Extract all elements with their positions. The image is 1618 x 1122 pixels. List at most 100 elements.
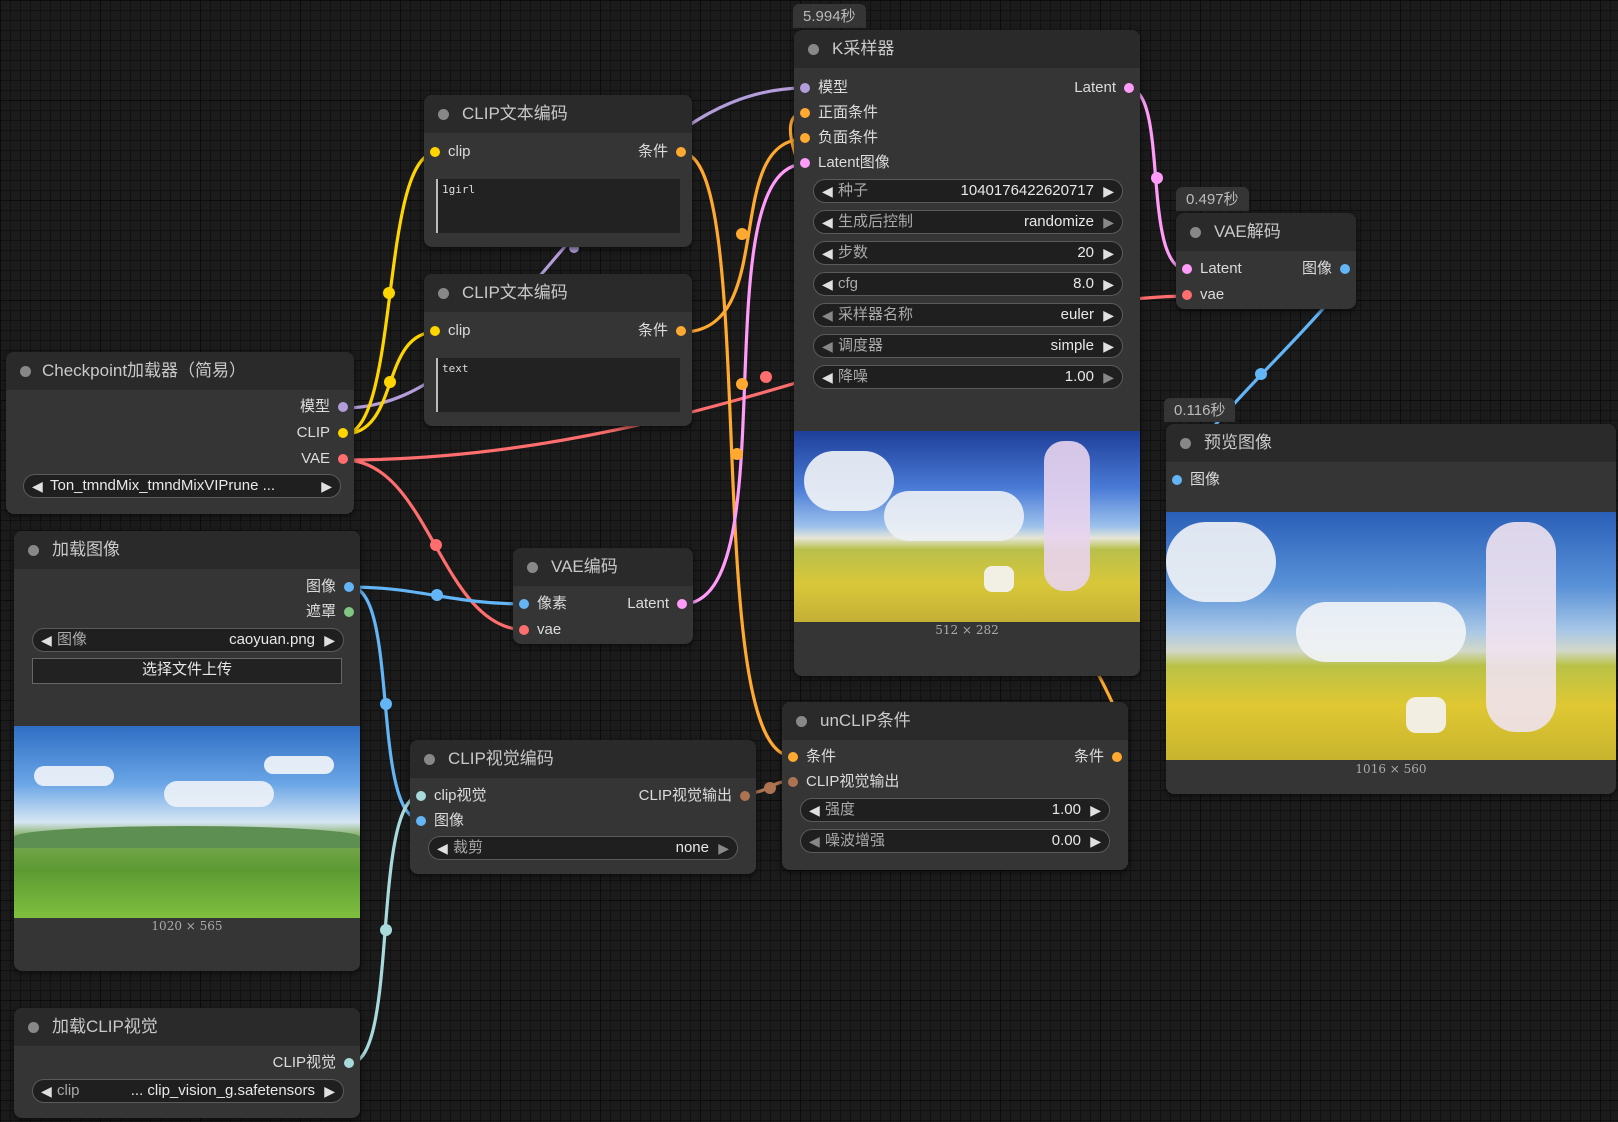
output-clip[interactable]: CLIP (130, 422, 354, 444)
input-clip-vision-output[interactable]: CLIP视觉输出 (782, 771, 899, 793)
port-icon[interactable] (416, 816, 426, 826)
strength-widget[interactable]: ◀ 强度 1.00 ▶ (800, 798, 1110, 822)
arrow-left-icon[interactable]: ◀ (41, 629, 52, 651)
collapse-dot-icon[interactable] (28, 545, 39, 556)
arrow-left-icon[interactable]: ◀ (822, 304, 833, 326)
arrow-left-icon[interactable]: ◀ (809, 830, 820, 852)
collapse-dot-icon[interactable] (424, 754, 435, 765)
input-clip[interactable]: clip (424, 141, 471, 163)
port-icon[interactable] (1340, 264, 1350, 274)
output-conditioning[interactable]: 条件 (568, 141, 692, 163)
arrow-right-icon[interactable]: ▶ (1090, 830, 1101, 852)
port-icon[interactable] (800, 133, 810, 143)
input-latent[interactable]: Latent (1176, 258, 1242, 280)
collapse-dot-icon[interactable] (20, 366, 31, 377)
port-icon[interactable] (1182, 290, 1192, 300)
port-icon[interactable] (800, 158, 810, 168)
output-conditioning[interactable]: 条件 (1004, 746, 1128, 768)
prompt-textarea[interactable]: text (436, 358, 680, 412)
port-icon[interactable] (788, 752, 798, 762)
port-icon[interactable] (677, 599, 687, 609)
ksampler-node[interactable]: K采样器 模型 正面条件 负面条件 Latent图像 Latent ◀ 种子 1… (794, 30, 1140, 676)
output-vae[interactable]: VAE (130, 448, 354, 470)
port-icon[interactable] (338, 454, 348, 464)
denoise-widget[interactable]: ◀ 降噪 1.00 ▶ (813, 365, 1123, 389)
output-image[interactable]: 图像 (1262, 258, 1356, 280)
collapse-dot-icon[interactable] (438, 288, 449, 299)
sampler-name-widget[interactable]: ◀ 采样器名称 euler ▶ (813, 303, 1123, 327)
input-clip-vision[interactable]: clip视觉 (410, 785, 487, 807)
output-conditioning[interactable]: 条件 (568, 320, 692, 342)
port-icon[interactable] (788, 777, 798, 787)
crop-combo[interactable]: ◀ 裁剪 none ▶ (428, 836, 738, 860)
arrow-left-icon[interactable]: ◀ (809, 799, 820, 821)
arrow-right-icon[interactable]: ▶ (324, 629, 335, 651)
input-positive[interactable]: 正面条件 (794, 102, 878, 124)
vae-decode-node[interactable]: VAE解码 Latent vae 图像 (1176, 213, 1356, 309)
port-icon[interactable] (430, 326, 440, 336)
port-icon[interactable] (676, 147, 686, 157)
upload-button[interactable]: 选择文件上传 (32, 658, 342, 684)
clip-text-encode-node-1[interactable]: CLIP文本编码 clip 条件 1girl (424, 95, 692, 247)
port-icon[interactable] (338, 402, 348, 412)
input-negative[interactable]: 负面条件 (794, 127, 878, 149)
vae-encode-node[interactable]: VAE编码 像素 vae Latent (513, 548, 693, 644)
image-combo[interactable]: ◀ 图像 caoyuan.png ▶ (32, 628, 344, 652)
seed-widget[interactable]: ◀ 种子 1040176422620717 ▶ (813, 179, 1123, 203)
control-after-generate-widget[interactable]: ◀ 生成后控制 randomize ▶ (813, 210, 1123, 234)
port-icon[interactable] (519, 625, 529, 635)
port-icon[interactable] (1124, 83, 1134, 93)
arrow-left-icon[interactable]: ◀ (437, 837, 448, 859)
arrow-left-icon[interactable]: ◀ (822, 273, 833, 295)
arrow-right-icon[interactable]: ▶ (1103, 211, 1114, 233)
output-latent[interactable]: Latent (579, 593, 693, 615)
clip-vision-encode-node[interactable]: CLIP视觉编码 clip视觉 图像 CLIP视觉输出 ◀ 裁剪 none ▶ (410, 740, 756, 874)
arrow-right-icon[interactable]: ▶ (321, 475, 332, 497)
prompt-textarea[interactable]: 1girl (436, 179, 680, 233)
arrow-right-icon[interactable]: ▶ (1103, 180, 1114, 202)
steps-widget[interactable]: ◀ 步数 20 ▶ (813, 241, 1123, 265)
arrow-right-icon[interactable]: ▶ (1103, 304, 1114, 326)
ckpt-name-combo[interactable]: ◀ Ton_tmndMix_tmndMixVIPrune ... ▶ (23, 474, 341, 498)
output-clip-vision[interactable]: CLIP视觉 (196, 1052, 360, 1074)
input-image[interactable]: 图像 (410, 810, 464, 832)
arrow-left-icon[interactable]: ◀ (822, 366, 833, 388)
port-icon[interactable] (800, 108, 810, 118)
collapse-dot-icon[interactable] (438, 109, 449, 120)
collapse-dot-icon[interactable] (1190, 227, 1201, 238)
input-vae[interactable]: vae (513, 619, 561, 641)
input-pixels[interactable]: 像素 (513, 593, 567, 615)
output-image[interactable]: 图像 (236, 576, 360, 598)
checkpoint-loader-node[interactable]: Checkpoint加载器（简易） 模型 CLIP VAE ◀ Ton_tmnd… (6, 352, 354, 514)
scheduler-widget[interactable]: ◀ 调度器 simple ▶ (813, 334, 1123, 358)
output-clip-vision-output[interactable]: CLIP视觉输出 (582, 785, 756, 807)
arrow-right-icon[interactable]: ▶ (1103, 242, 1114, 264)
load-clip-vision-node[interactable]: 加载CLIP视觉 CLIP视觉 ◀ clip ... clip_vision_g… (14, 1008, 360, 1118)
port-icon[interactable] (519, 599, 529, 609)
input-image[interactable]: 图像 (1166, 469, 1220, 491)
collapse-dot-icon[interactable] (28, 1022, 39, 1033)
collapse-dot-icon[interactable] (527, 562, 538, 573)
load-image-node[interactable]: 加载图像 图像 遮罩 ◀ 图像 caoyuan.png ▶ 选择文件上传 102… (14, 531, 360, 971)
arrow-left-icon[interactable]: ◀ (32, 475, 43, 497)
input-model[interactable]: 模型 (794, 77, 848, 99)
input-conditioning[interactable]: 条件 (782, 746, 836, 768)
arrow-right-icon[interactable]: ▶ (718, 837, 729, 859)
output-model[interactable]: 模型 (130, 396, 354, 418)
arrow-left-icon[interactable]: ◀ (822, 242, 833, 264)
arrow-right-icon[interactable]: ▶ (324, 1080, 335, 1102)
arrow-right-icon[interactable]: ▶ (1103, 273, 1114, 295)
arrow-left-icon[interactable]: ◀ (41, 1080, 52, 1102)
port-icon[interactable] (344, 607, 354, 617)
output-mask[interactable]: 遮罩 (236, 601, 360, 623)
collapse-dot-icon[interactable] (1180, 438, 1191, 449)
clip-vision-combo[interactable]: ◀ clip ... clip_vision_g.safetensors ▶ (32, 1079, 344, 1103)
port-icon[interactable] (1112, 752, 1122, 762)
preview-image-node[interactable]: 预览图像 图像 1016 × 560 (1166, 424, 1616, 794)
arrow-right-icon[interactable]: ▶ (1103, 335, 1114, 357)
arrow-left-icon[interactable]: ◀ (822, 335, 833, 357)
port-icon[interactable] (338, 428, 348, 438)
collapse-dot-icon[interactable] (808, 44, 819, 55)
port-icon[interactable] (344, 1058, 354, 1068)
port-icon[interactable] (676, 326, 686, 336)
